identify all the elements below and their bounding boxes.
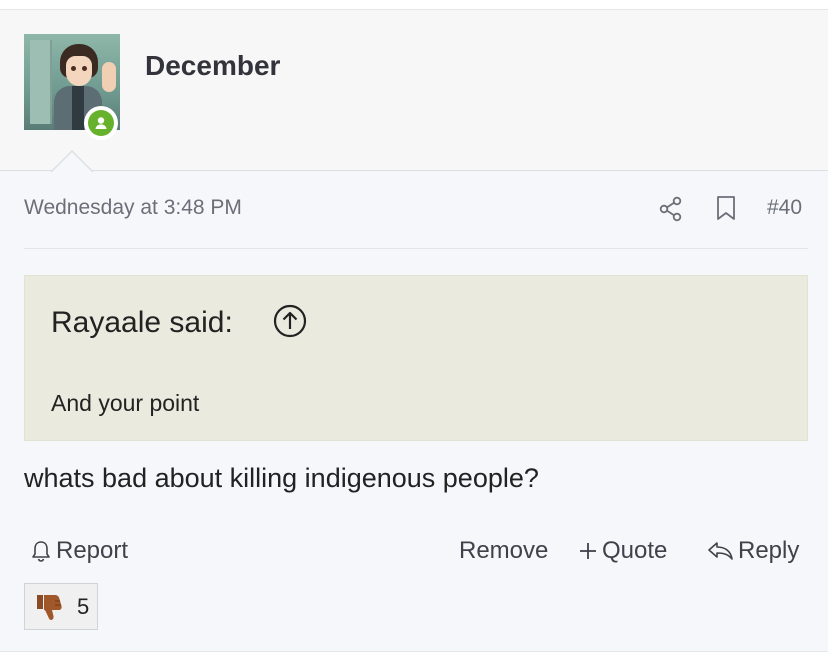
report-label: Report <box>56 537 129 564</box>
plus-icon <box>580 543 596 559</box>
meta-divider <box>24 248 808 249</box>
reaction-count: 5 <box>77 593 90 619</box>
quote-button[interactable]: Quote <box>578 537 667 565</box>
reply-label: Reply <box>738 537 800 564</box>
reply-button[interactable]: Reply <box>706 537 799 565</box>
quote-text: And your point <box>51 390 200 416</box>
username[interactable]: December <box>145 50 280 82</box>
thumbs-down-icon <box>37 594 62 620</box>
reaction-summary[interactable]: 5 <box>24 583 98 630</box>
bottom-divider <box>0 651 828 663</box>
post-timestamp[interactable]: Wednesday at 3:48 PM <box>24 196 242 220</box>
top-divider <box>0 0 828 10</box>
arrow-up-circle-icon[interactable] <box>273 304 307 338</box>
remove-label: Remove <box>459 537 549 564</box>
post-message: whats bad about killing indigenous peopl… <box>24 463 539 493</box>
share-icon[interactable] <box>658 196 684 222</box>
bell-icon <box>32 541 50 562</box>
post-number-link[interactable]: #40 <box>767 196 802 220</box>
quote-label: Quote <box>602 537 668 564</box>
quote-author[interactable]: Rayaale said: <box>51 306 233 340</box>
report-button[interactable]: Report <box>30 537 128 565</box>
post-user-header: December <box>0 10 828 171</box>
reply-icon <box>708 542 733 560</box>
remove-button[interactable]: Remove <box>459 537 548 565</box>
bookmark-icon[interactable] <box>714 195 738 221</box>
online-status-icon <box>84 106 118 140</box>
quote-block: Rayaale said: And your point <box>24 275 808 441</box>
